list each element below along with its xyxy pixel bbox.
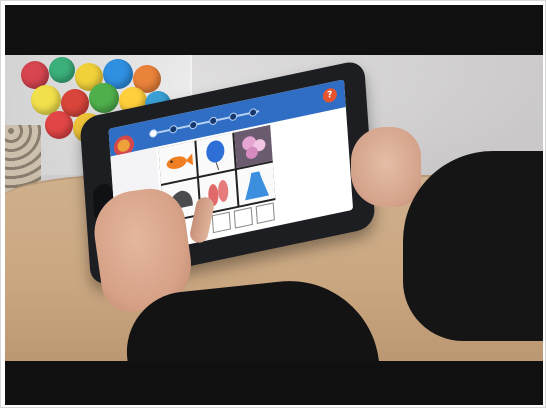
grid-cell-photo[interactable] bbox=[234, 124, 273, 169]
letterbox-bottom bbox=[5, 361, 543, 405]
child-right-hand bbox=[351, 127, 421, 207]
flower-photo-icon bbox=[234, 124, 273, 169]
progress-step bbox=[169, 124, 178, 135]
letterbox-top bbox=[5, 5, 543, 55]
video-frame: ? bbox=[0, 0, 546, 408]
ball bbox=[49, 57, 75, 83]
balloon-icon bbox=[206, 140, 225, 171]
answer-slot[interactable] bbox=[233, 207, 253, 229]
ball bbox=[89, 83, 119, 113]
help-button[interactable]: ? bbox=[322, 86, 338, 104]
answer-slot[interactable] bbox=[211, 211, 231, 234]
grid-cell-dress[interactable] bbox=[236, 162, 276, 206]
ball bbox=[45, 111, 73, 139]
dress-icon bbox=[245, 171, 270, 201]
progress-step bbox=[149, 128, 158, 139]
progress-step bbox=[208, 116, 218, 126]
grid-cell-balloon[interactable] bbox=[196, 132, 235, 177]
fish-icon bbox=[166, 153, 194, 169]
video-viewport: ? bbox=[5, 5, 543, 405]
grid-cell-fish[interactable] bbox=[158, 140, 197, 184]
progress-step bbox=[228, 111, 238, 122]
answer-slot[interactable] bbox=[255, 202, 275, 224]
photo-scene: ? bbox=[5, 55, 543, 361]
progress-step bbox=[188, 120, 198, 130]
progress-step bbox=[248, 107, 258, 118]
